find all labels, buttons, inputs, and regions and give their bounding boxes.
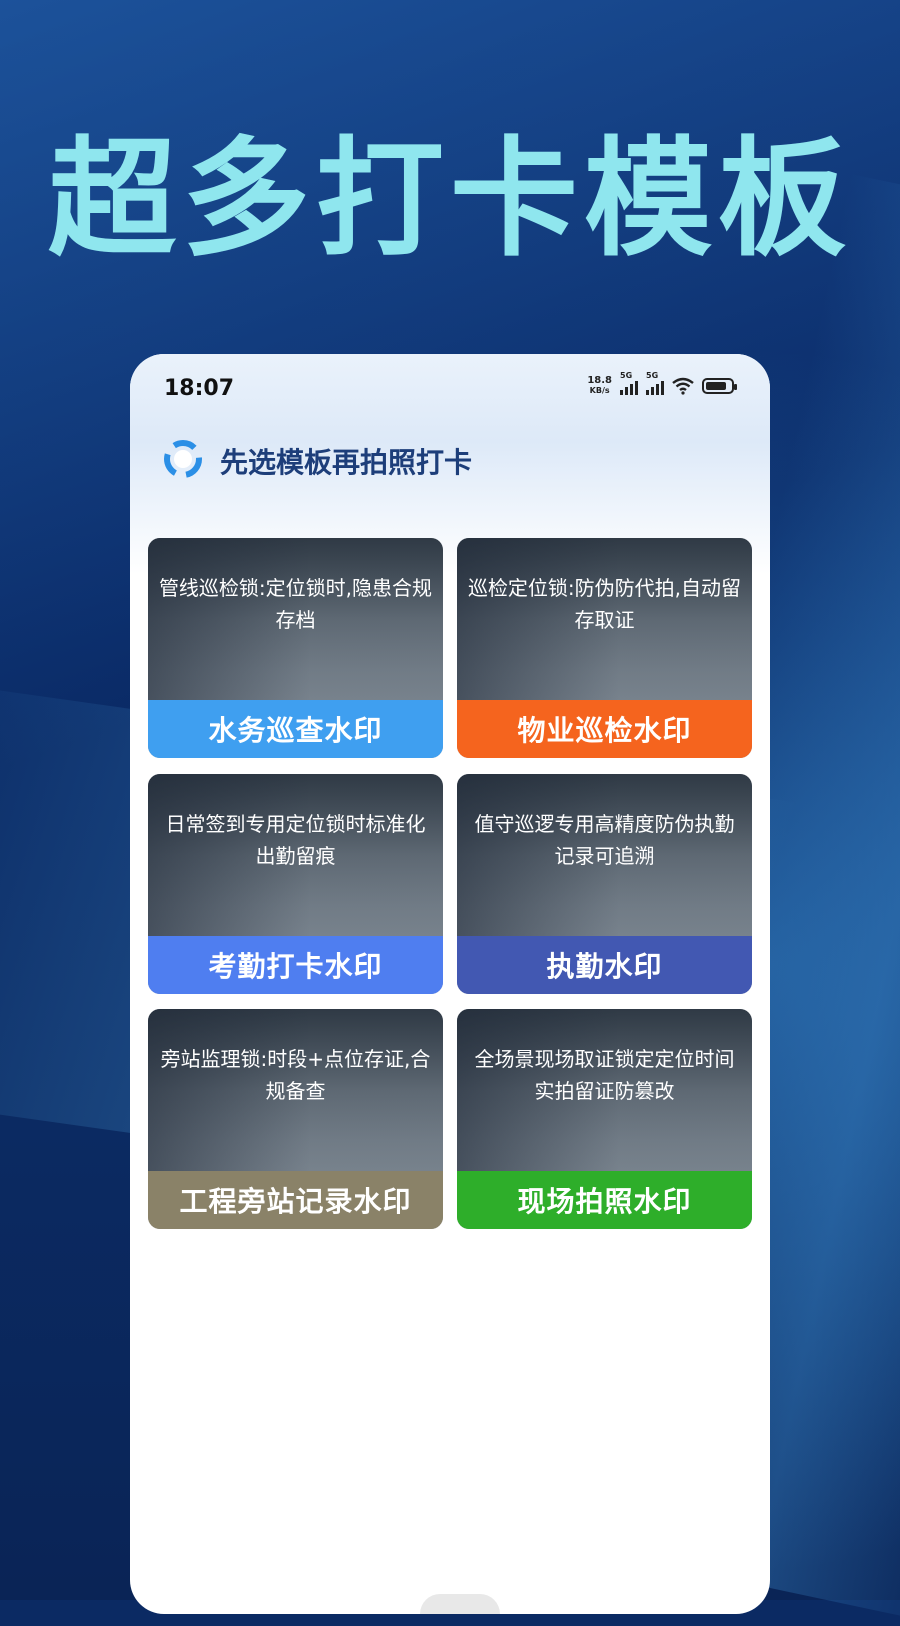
template-card-property[interactable]: 巡检定位锁:防伪防代拍,自动留存取证 物业巡检水印 — [457, 538, 752, 758]
template-card-onsite[interactable]: 全场景现场取证锁定定位时间实拍留证防篡改 现场拍照水印 — [457, 1009, 752, 1229]
signal-label: 5G — [646, 371, 659, 380]
template-card-attendance[interactable]: 日常签到专用定位锁时标准化出勤留痕 考勤打卡水印 — [148, 774, 443, 994]
app-header: 先选模板再拍照打卡 — [160, 436, 472, 486]
card-description: 值守巡逻专用高精度防伪执勤记录可追溯 — [474, 812, 735, 868]
card-label: 水务巡查水印 — [148, 700, 443, 758]
promo-headline: 超多打卡模板 — [47, 125, 852, 274]
card-label: 考勤打卡水印 — [148, 936, 443, 994]
card-description: 旁站监理锁:时段+点位存证,合规备查 — [160, 1047, 431, 1103]
network-speed: 18.8 KB/s — [587, 376, 612, 396]
card-label: 物业巡检水印 — [457, 700, 752, 758]
card-label: 执勤水印 — [457, 936, 752, 994]
card-description: 全场景现场取证锁定定位时间实拍留证防篡改 — [474, 1047, 735, 1103]
home-indicator[interactable] — [420, 1594, 500, 1614]
signal-icon: 5G — [620, 371, 638, 395]
refresh-circle-icon — [160, 436, 206, 486]
template-card-engineering[interactable]: 旁站监理锁:时段+点位存证,合规备查 工程旁站记录水印 — [148, 1009, 443, 1229]
template-card-duty[interactable]: 值守巡逻专用高精度防伪执勤记录可追溯 执勤水印 — [457, 774, 752, 994]
signal-label: 5G — [620, 371, 633, 380]
network-speed-unit: KB/s — [589, 386, 610, 395]
signal-icon: 5G — [646, 371, 664, 395]
battery-icon — [702, 378, 737, 394]
template-card-water[interactable]: 管线巡检锁:定位锁时,隐患合规存档 水务巡查水印 — [148, 538, 443, 758]
card-label: 现场拍照水印 — [457, 1171, 752, 1229]
status-icons: 18.8 KB/s 5G 5G — [587, 371, 737, 396]
status-time: 18:07 — [164, 376, 235, 401]
card-description: 日常签到专用定位锁时标准化出勤留痕 — [165, 812, 426, 868]
card-description: 管线巡检锁:定位锁时,隐患合规存档 — [158, 576, 433, 632]
network-speed-value: 18.8 — [587, 375, 612, 386]
phone-screen: 18:07 18.8 KB/s 5G 5G 先选模板再拍照打卡 管线巡检锁:定位… — [130, 354, 770, 1614]
card-label: 工程旁站记录水印 — [148, 1171, 443, 1229]
wifi-icon — [672, 377, 694, 395]
card-description: 巡检定位锁:防伪防代拍,自动留存取证 — [467, 576, 742, 632]
app-title: 先选模板再拍照打卡 — [220, 446, 473, 479]
